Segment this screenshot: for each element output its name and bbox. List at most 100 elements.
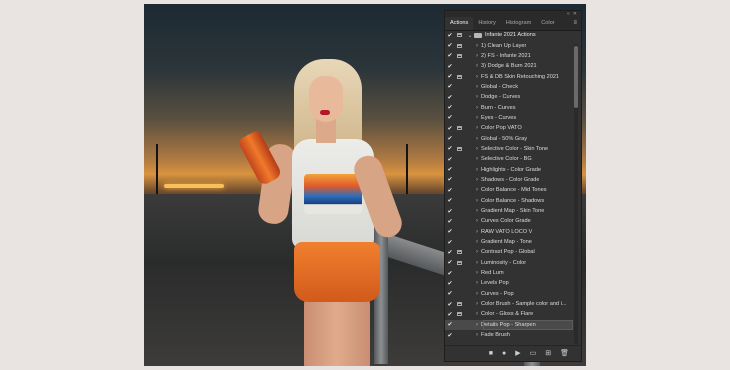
checkmark-icon[interactable]: ✔ (445, 63, 455, 70)
chevron-right-icon[interactable]: › (473, 260, 481, 266)
checkmark-icon[interactable]: ✔ (445, 145, 455, 152)
chevron-right-icon[interactable]: › (473, 136, 481, 142)
chevron-right-icon[interactable]: › (473, 208, 481, 214)
dialog-toggle-icon[interactable] (455, 187, 464, 194)
action-row[interactable]: ✔ › Selective Color - BG (445, 154, 573, 164)
action-row[interactable]: ✔ › Highlights - Color Grade (445, 164, 573, 174)
action-row[interactable]: ✔ › RAW VATO LOCO V (445, 227, 573, 237)
checkmark-icon[interactable]: ✔ (445, 259, 455, 266)
action-row[interactable]: ✔ › Selective Color - Skin Tone (445, 144, 573, 154)
action-row[interactable]: ✔ › Global - 50% Gray (445, 133, 573, 143)
checkmark-icon[interactable]: ✔ (445, 32, 455, 39)
action-row[interactable]: ✔ › Red Lum (445, 268, 573, 278)
action-row[interactable]: ✔ › Gradient Map - Skin Tone (445, 206, 573, 216)
chevron-right-icon[interactable]: › (473, 229, 481, 235)
chevron-right-icon[interactable]: › (473, 198, 481, 204)
checkmark-icon[interactable]: ✔ (445, 83, 455, 90)
chevron-right-icon[interactable]: › (473, 311, 481, 317)
panel-menu-icon[interactable]: ≡ (573, 20, 577, 26)
action-row[interactable]: ✔ › Levels Pop (445, 278, 573, 288)
checkmark-icon[interactable]: ✔ (445, 249, 455, 256)
action-row[interactable]: ✔ › Global - Check (445, 82, 573, 92)
dialog-toggle-icon[interactable] (455, 311, 464, 318)
chevron-right-icon[interactable]: › (473, 146, 481, 152)
dialog-toggle-icon[interactable] (455, 42, 464, 49)
new-action-icon[interactable]: ⊞ (545, 349, 551, 359)
action-set-row[interactable]: ✔ ⌄ Infante 2021 Actions (445, 30, 573, 40)
checkmark-icon[interactable]: ✔ (445, 290, 455, 297)
checkmark-icon[interactable]: ✔ (445, 270, 455, 277)
chevron-right-icon[interactable]: › (473, 301, 481, 307)
checkmark-icon[interactable]: ✔ (445, 104, 455, 111)
dialog-toggle-icon[interactable] (455, 166, 464, 173)
chevron-right-icon[interactable]: › (473, 74, 481, 80)
dialog-toggle-icon[interactable] (455, 332, 464, 339)
chevron-right-icon[interactable]: › (473, 84, 481, 90)
tab-history[interactable]: History (473, 17, 500, 30)
action-row[interactable]: ✔ › 2) FS - Infante 2021 (445, 51, 573, 61)
dialog-toggle-icon[interactable] (455, 249, 464, 256)
action-row[interactable]: ✔ › Eyes - Curves (445, 113, 573, 123)
chevron-right-icon[interactable]: › (473, 156, 481, 162)
chevron-right-icon[interactable]: › (473, 291, 481, 297)
action-row[interactable]: ✔ › Gradient Map - Tone (445, 237, 573, 247)
action-row[interactable]: ✔ › Contrast Pop - Global (445, 247, 573, 257)
chevron-right-icon[interactable]: › (473, 187, 481, 193)
action-row[interactable]: ✔ › Curves - Pop (445, 289, 573, 299)
dialog-toggle-icon[interactable] (455, 176, 464, 183)
trash-icon[interactable]: 🗑 (560, 349, 569, 359)
chevron-right-icon[interactable]: › (473, 125, 481, 131)
action-row[interactable]: ✔ › Color Balance - Shadows (445, 196, 573, 206)
chevron-right-icon[interactable]: › (473, 280, 481, 286)
dialog-toggle-icon[interactable] (455, 239, 464, 246)
chevron-right-icon[interactable]: › (473, 53, 481, 59)
action-row[interactable]: ✔ › Shadows - Color Grade (445, 175, 573, 185)
chevron-right-icon[interactable]: › (473, 270, 481, 276)
new-set-folder-icon[interactable]: ▭ (530, 349, 537, 359)
checkmark-icon[interactable]: ✔ (445, 42, 455, 49)
checkmark-icon[interactable]: ✔ (445, 166, 455, 173)
checkmark-icon[interactable]: ✔ (445, 52, 455, 59)
checkmark-icon[interactable]: ✔ (445, 125, 455, 132)
chevron-right-icon[interactable]: › (473, 43, 481, 49)
dialog-toggle-icon[interactable] (455, 156, 464, 163)
dialog-toggle-icon[interactable] (455, 125, 464, 132)
action-row[interactable]: ✔ › Fade Brush (445, 330, 573, 340)
dialog-toggle-icon[interactable] (455, 301, 464, 308)
dialog-toggle-icon[interactable] (455, 83, 464, 90)
dialog-toggle-icon[interactable] (455, 321, 464, 328)
checkmark-icon[interactable]: ✔ (445, 311, 455, 318)
chevron-right-icon[interactable]: › (473, 332, 481, 338)
dialog-toggle-icon[interactable] (455, 94, 464, 101)
action-row[interactable]: ✔ › FS & DB Skin Retouching 2021 (445, 71, 573, 81)
chevron-right-icon[interactable]: › (473, 249, 481, 255)
dialog-toggle-icon[interactable] (455, 290, 464, 297)
dialog-toggle-icon[interactable] (455, 280, 464, 287)
action-row[interactable]: ✔ › Luminosity - Color (445, 258, 573, 268)
chevron-right-icon[interactable]: › (473, 239, 481, 245)
tab-actions[interactable]: Actions (445, 17, 474, 30)
dialog-toggle-icon[interactable] (455, 114, 464, 121)
checkmark-icon[interactable]: ✔ (445, 156, 455, 163)
checkmark-icon[interactable]: ✔ (445, 301, 455, 308)
checkmark-icon[interactable]: ✔ (445, 321, 455, 328)
stop-icon[interactable]: ■ (489, 349, 493, 359)
checkmark-icon[interactable]: ✔ (445, 197, 455, 204)
action-row[interactable]: ✔ › 1) Clean Up Layer (445, 40, 573, 50)
checkmark-icon[interactable]: ✔ (445, 135, 455, 142)
dialog-toggle-icon[interactable] (455, 218, 464, 225)
action-row[interactable]: ✔ › 3) Dodge & Burn 2021 (445, 61, 573, 71)
chevron-right-icon[interactable]: › (473, 218, 481, 224)
dialog-toggle-icon[interactable] (455, 135, 464, 142)
chevron-right-icon[interactable]: › (473, 115, 481, 121)
checkmark-icon[interactable]: ✔ (445, 332, 455, 339)
dialog-toggle-icon[interactable] (455, 52, 464, 59)
scrollbar[interactable] (574, 44, 578, 344)
checkmark-icon[interactable]: ✔ (445, 218, 455, 225)
tab-color[interactable]: Color (536, 17, 559, 30)
action-row[interactable]: ✔ › Color Pop VATO (445, 123, 573, 133)
dialog-toggle-icon[interactable] (455, 32, 464, 39)
checkmark-icon[interactable]: ✔ (445, 280, 455, 287)
dialog-toggle-icon[interactable] (455, 63, 464, 70)
dialog-toggle-icon[interactable] (455, 208, 464, 215)
